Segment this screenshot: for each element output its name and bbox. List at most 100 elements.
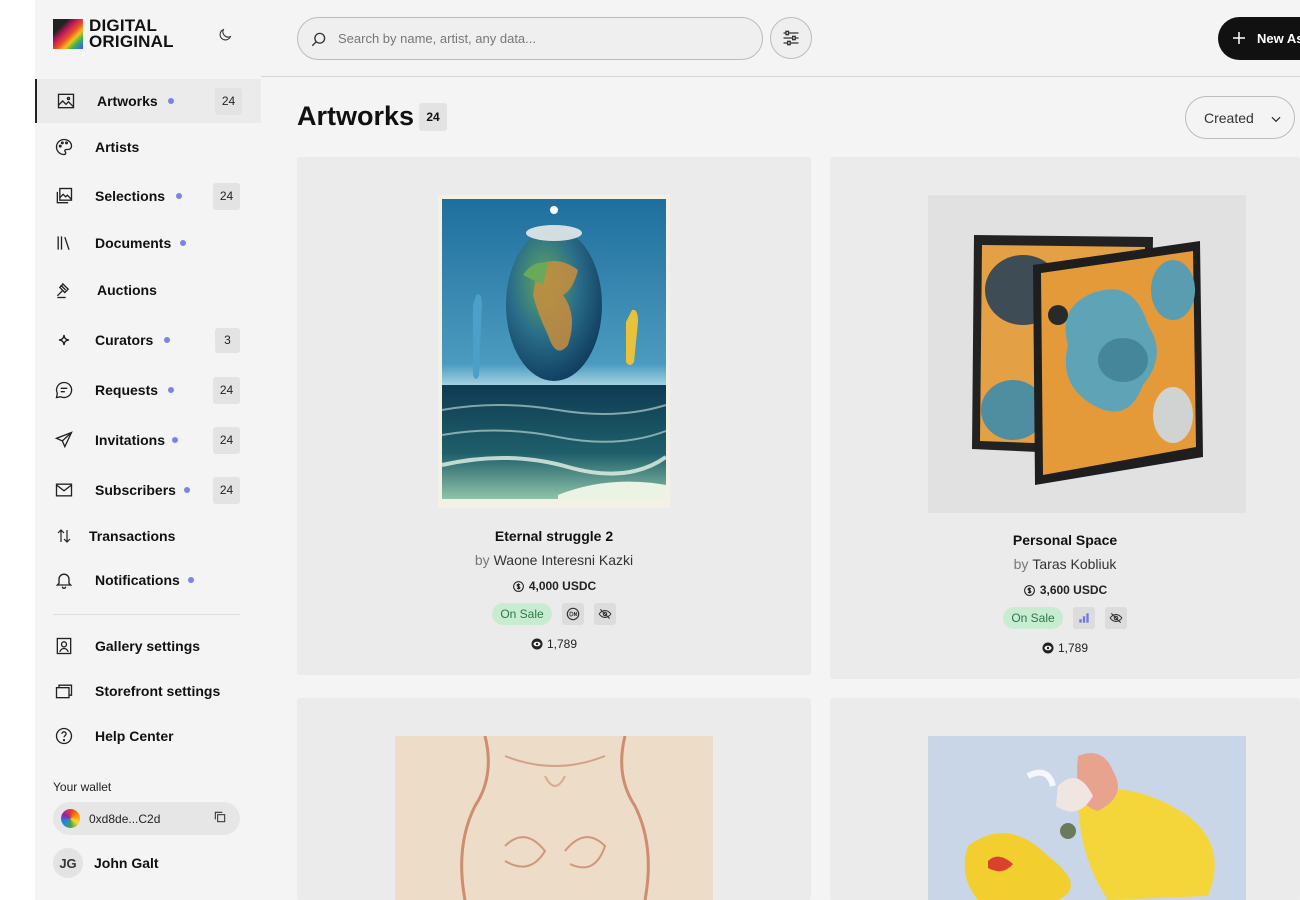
sidebar-item-label: Auctions <box>97 282 157 298</box>
sidebar-item-subscribers[interactable]: Subscribers 24 <box>35 468 261 512</box>
sidebar-item-artworks[interactable]: Artworks 24 <box>35 79 261 123</box>
by-label: by <box>1013 556 1029 572</box>
wallet-avatar <box>61 809 80 828</box>
artwork-card[interactable]: Personal Space by Taras Kobliuk 3,600 USD… <box>830 157 1300 679</box>
sidebar-divider <box>53 614 240 615</box>
gallery-stack-icon <box>53 185 75 207</box>
count-badge: 24 <box>213 426 240 454</box>
artist-name: Taras Kobliuk <box>1032 556 1117 572</box>
brand-logo[interactable]: DIGITAL ORIGINAL <box>53 17 174 51</box>
new-dot <box>176 193 182 199</box>
edition-bars-icon <box>1072 607 1095 629</box>
library-icon <box>53 232 75 254</box>
search-input[interactable] <box>338 18 748 59</box>
hidden-eye-icon[interactable] <box>1104 607 1127 629</box>
price-value: 3,600 USDC <box>1039 583 1108 597</box>
count-badge: 3 <box>215 327 240 353</box>
search-icon <box>311 32 326 47</box>
count-badge: 24 <box>215 87 242 115</box>
artwork-image <box>928 195 1246 513</box>
artwork-image <box>438 195 670 508</box>
artwork-tags: On Sale <box>297 603 811 625</box>
user-name: John Galt <box>94 855 159 871</box>
artwork-image <box>928 736 1246 900</box>
count-badge: 24 <box>213 376 240 404</box>
usdc-icon <box>1023 584 1035 596</box>
hidden-eye-icon[interactable] <box>593 603 616 625</box>
views-count: 1,789 <box>1057 641 1089 655</box>
user-profile[interactable]: JG John Galt <box>53 848 159 878</box>
sparkle-icon <box>53 329 75 351</box>
artwork-title[interactable]: Eternal struggle 2 <box>297 528 811 544</box>
avatar: JG <box>53 848 83 878</box>
sidebar-item-label: Requests <box>95 382 159 398</box>
brand-line-2: ORIGINAL <box>89 32 174 51</box>
new-dot <box>172 437 178 443</box>
wallet-label: Your wallet <box>53 780 112 794</box>
new-dot <box>168 98 174 104</box>
status-badge: On Sale <box>492 603 552 625</box>
mail-icon <box>53 479 75 501</box>
sidebar-item-label: Transactions <box>89 528 176 544</box>
sidebar-item-documents[interactable]: Documents <box>35 221 261 265</box>
palette-icon <box>53 136 75 158</box>
do-verified-icon <box>561 603 584 625</box>
artwork-views: 1,789 <box>297 637 811 651</box>
brand-name: DIGITAL ORIGINAL <box>89 17 174 51</box>
page-title: Artworks <box>297 101 415 131</box>
sidebar-item-transactions[interactable]: Transactions <box>35 514 261 558</box>
main-content: New Asset Artworks 24 Created <box>261 0 1300 900</box>
wallet-address: 0xd8de...C2d <box>89 811 161 826</box>
artwork-price: 3,600 USDC <box>830 583 1300 597</box>
sidebar-item-help-center[interactable]: Help Center <box>35 714 261 758</box>
sidebar-item-label: Invitations <box>95 432 166 448</box>
plus-icon <box>1233 32 1245 44</box>
artwork-artist[interactable]: by Taras Kobliuk <box>830 556 1300 572</box>
status-badge: On Sale <box>1003 607 1063 629</box>
artwork-artist[interactable]: by Waone Interesni Kazki <box>297 552 811 568</box>
artwork-tags: On Sale <box>830 607 1300 629</box>
sidebar-item-label: Subscribers <box>95 482 176 498</box>
theme-toggle-button[interactable] <box>210 20 240 50</box>
artwork-views: 1,789 <box>830 641 1300 655</box>
new-asset-button[interactable]: New Asset <box>1218 17 1300 60</box>
sidebar-item-label: Storefront settings <box>95 683 221 699</box>
sliders-icon <box>783 30 799 46</box>
by-label: by <box>474 552 490 568</box>
sidebar-item-invitations[interactable]: Invitations 24 <box>35 418 261 462</box>
artwork-card[interactable] <box>830 698 1300 900</box>
count-badge: 24 <box>213 182 240 210</box>
sidebar-item-notifications[interactable]: Notifications <box>35 558 261 602</box>
sidebar-item-storefront-settings[interactable]: Storefront settings <box>35 669 261 713</box>
artist-name: Waone Interesni Kazki <box>493 552 634 568</box>
artwork-card[interactable]: Eternal struggle 2 by Waone Interesni Kaz… <box>297 157 811 675</box>
send-icon <box>53 429 75 451</box>
sidebar-item-gallery-settings[interactable]: Gallery settings <box>35 624 261 668</box>
search-bar[interactable] <box>297 17 763 60</box>
sidebar-item-auctions[interactable]: Auctions <box>35 268 261 312</box>
wallet-address-pill[interactable]: 0xd8de...C2d <box>53 802 240 835</box>
sidebar-item-label: Selections <box>95 188 166 204</box>
sort-dropdown[interactable]: Created <box>1185 96 1295 139</box>
artwork-card[interactable] <box>297 698 811 900</box>
new-asset-label: New Asset <box>1257 31 1300 46</box>
artwork-title[interactable]: Personal Space <box>830 532 1300 548</box>
new-dot <box>180 240 186 246</box>
count-badge: 24 <box>213 476 240 504</box>
arrows-up-down-icon <box>53 525 75 547</box>
new-dot <box>184 487 190 493</box>
windows-icon <box>53 680 75 702</box>
sidebar-item-selections[interactable]: Selections 24 <box>35 174 261 218</box>
sidebar-item-artists[interactable]: Artists <box>35 125 261 169</box>
sidebar-item-curators[interactable]: Curators 3 <box>35 318 261 362</box>
copy-button[interactable] <box>213 810 229 826</box>
topbar-divider <box>261 76 1300 77</box>
price-value: 4,000 USDC <box>528 579 597 593</box>
sidebar-item-label: Curators <box>95 332 154 348</box>
artwork-price: 4,000 USDC <box>297 579 811 593</box>
logo-mark-icon <box>53 19 83 49</box>
sidebar-item-requests[interactable]: Requests 24 <box>35 368 261 412</box>
filter-button[interactable] <box>770 17 812 59</box>
sidebar-item-label: Notifications <box>95 572 180 588</box>
image-icon <box>55 90 77 112</box>
